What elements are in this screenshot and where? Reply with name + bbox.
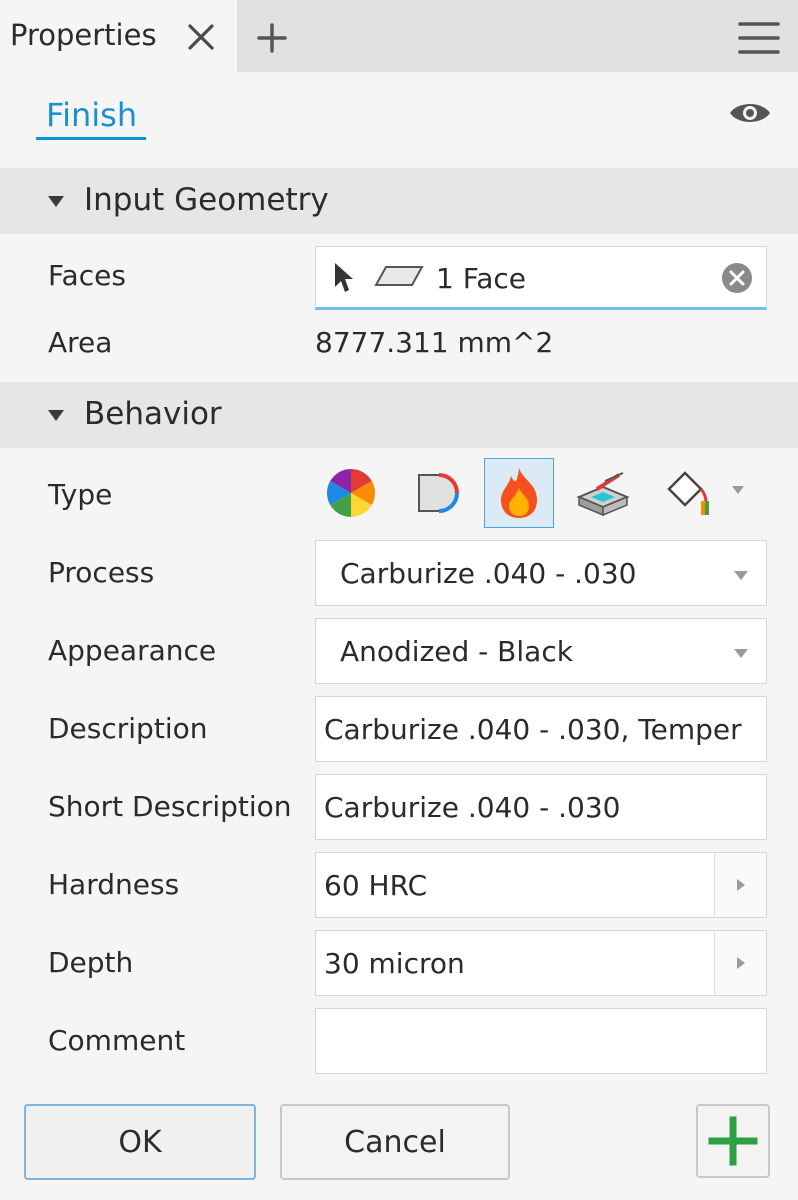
appearance-select[interactable]: Anodized - Black	[315, 618, 767, 684]
hardness-label: Hardness	[48, 868, 180, 901]
comment-label: Comment	[48, 1024, 186, 1057]
area-value: 8777.311 mm^2	[315, 326, 554, 359]
depth-flyout-button[interactable]	[714, 931, 766, 995]
faces-value: 1 Face	[436, 262, 527, 295]
depth-field[interactable]: 30 micron	[315, 930, 767, 996]
flame-icon[interactable]	[484, 458, 554, 528]
plus-icon[interactable]	[256, 22, 288, 54]
clear-selection-icon[interactable]	[720, 261, 754, 295]
short-description-value: Carburize .040 - .030	[324, 791, 621, 824]
chevron-right-icon	[737, 957, 745, 969]
faces-label: Faces	[48, 259, 126, 292]
collapse-triangle-icon[interactable]	[48, 196, 64, 207]
type-dropdown-arrow-icon[interactable]	[732, 486, 744, 494]
collapse-triangle-icon[interactable]	[48, 410, 64, 421]
chevron-right-icon	[737, 879, 745, 891]
process-value: Carburize .040 - .030	[340, 557, 637, 590]
hardness-value: 60 HRC	[324, 869, 428, 902]
section-title: Behavior	[84, 396, 222, 432]
close-icon[interactable]	[186, 22, 216, 52]
finish-tab[interactable]: Finish	[36, 94, 146, 140]
appearance-value: Anodized - Black	[340, 635, 573, 668]
finish-label: Finish	[46, 96, 138, 134]
appearance-label: Appearance	[48, 634, 217, 667]
section-behavior[interactable]: Behavior	[0, 382, 798, 448]
paint-tray-icon[interactable]	[568, 458, 638, 528]
depth-value: 30 micron	[324, 947, 465, 980]
green-plus-icon	[708, 1116, 758, 1166]
depth-label: Depth	[48, 946, 134, 979]
hardness-flyout-button[interactable]	[714, 853, 766, 917]
color-wheel-icon[interactable]	[316, 458, 386, 528]
paint-bucket-icon[interactable]	[652, 458, 722, 528]
description-value: Carburize .040 - .030, Temper	[324, 713, 742, 746]
eye-icon[interactable]	[728, 98, 772, 128]
chevron-down-icon	[734, 649, 748, 658]
tab-properties[interactable]: Properties	[0, 0, 237, 72]
section-title: Input Geometry	[84, 182, 329, 218]
comment-field[interactable]	[315, 1008, 767, 1074]
select-arrow-icon	[332, 261, 356, 295]
hardness-field[interactable]: 60 HRC	[315, 852, 767, 918]
cancel-button[interactable]: Cancel	[280, 1104, 510, 1180]
process-label: Process	[48, 556, 155, 589]
area-label: Area	[48, 326, 113, 359]
description-label: Description	[48, 712, 208, 745]
short-description-label: Short Description	[48, 790, 292, 823]
section-input-geometry[interactable]: Input Geometry	[0, 168, 798, 234]
type-label: Type	[48, 478, 113, 511]
short-description-field[interactable]: Carburize .040 - .030	[315, 774, 767, 840]
faces-selector-field[interactable]: 1 Face	[315, 246, 767, 310]
tab-bar: Properties	[0, 0, 798, 72]
hamburger-menu-icon[interactable]	[738, 20, 780, 56]
tab-label: Properties	[10, 18, 157, 52]
description-field[interactable]: Carburize .040 - .030, Temper	[315, 696, 767, 762]
material-coating-icon[interactable]	[400, 458, 470, 528]
chevron-down-icon	[734, 571, 748, 580]
ok-button[interactable]: OK	[24, 1104, 256, 1180]
apply-add-button[interactable]	[696, 1104, 770, 1178]
process-select[interactable]: Carburize .040 - .030	[315, 540, 767, 606]
face-plane-icon	[374, 265, 424, 287]
